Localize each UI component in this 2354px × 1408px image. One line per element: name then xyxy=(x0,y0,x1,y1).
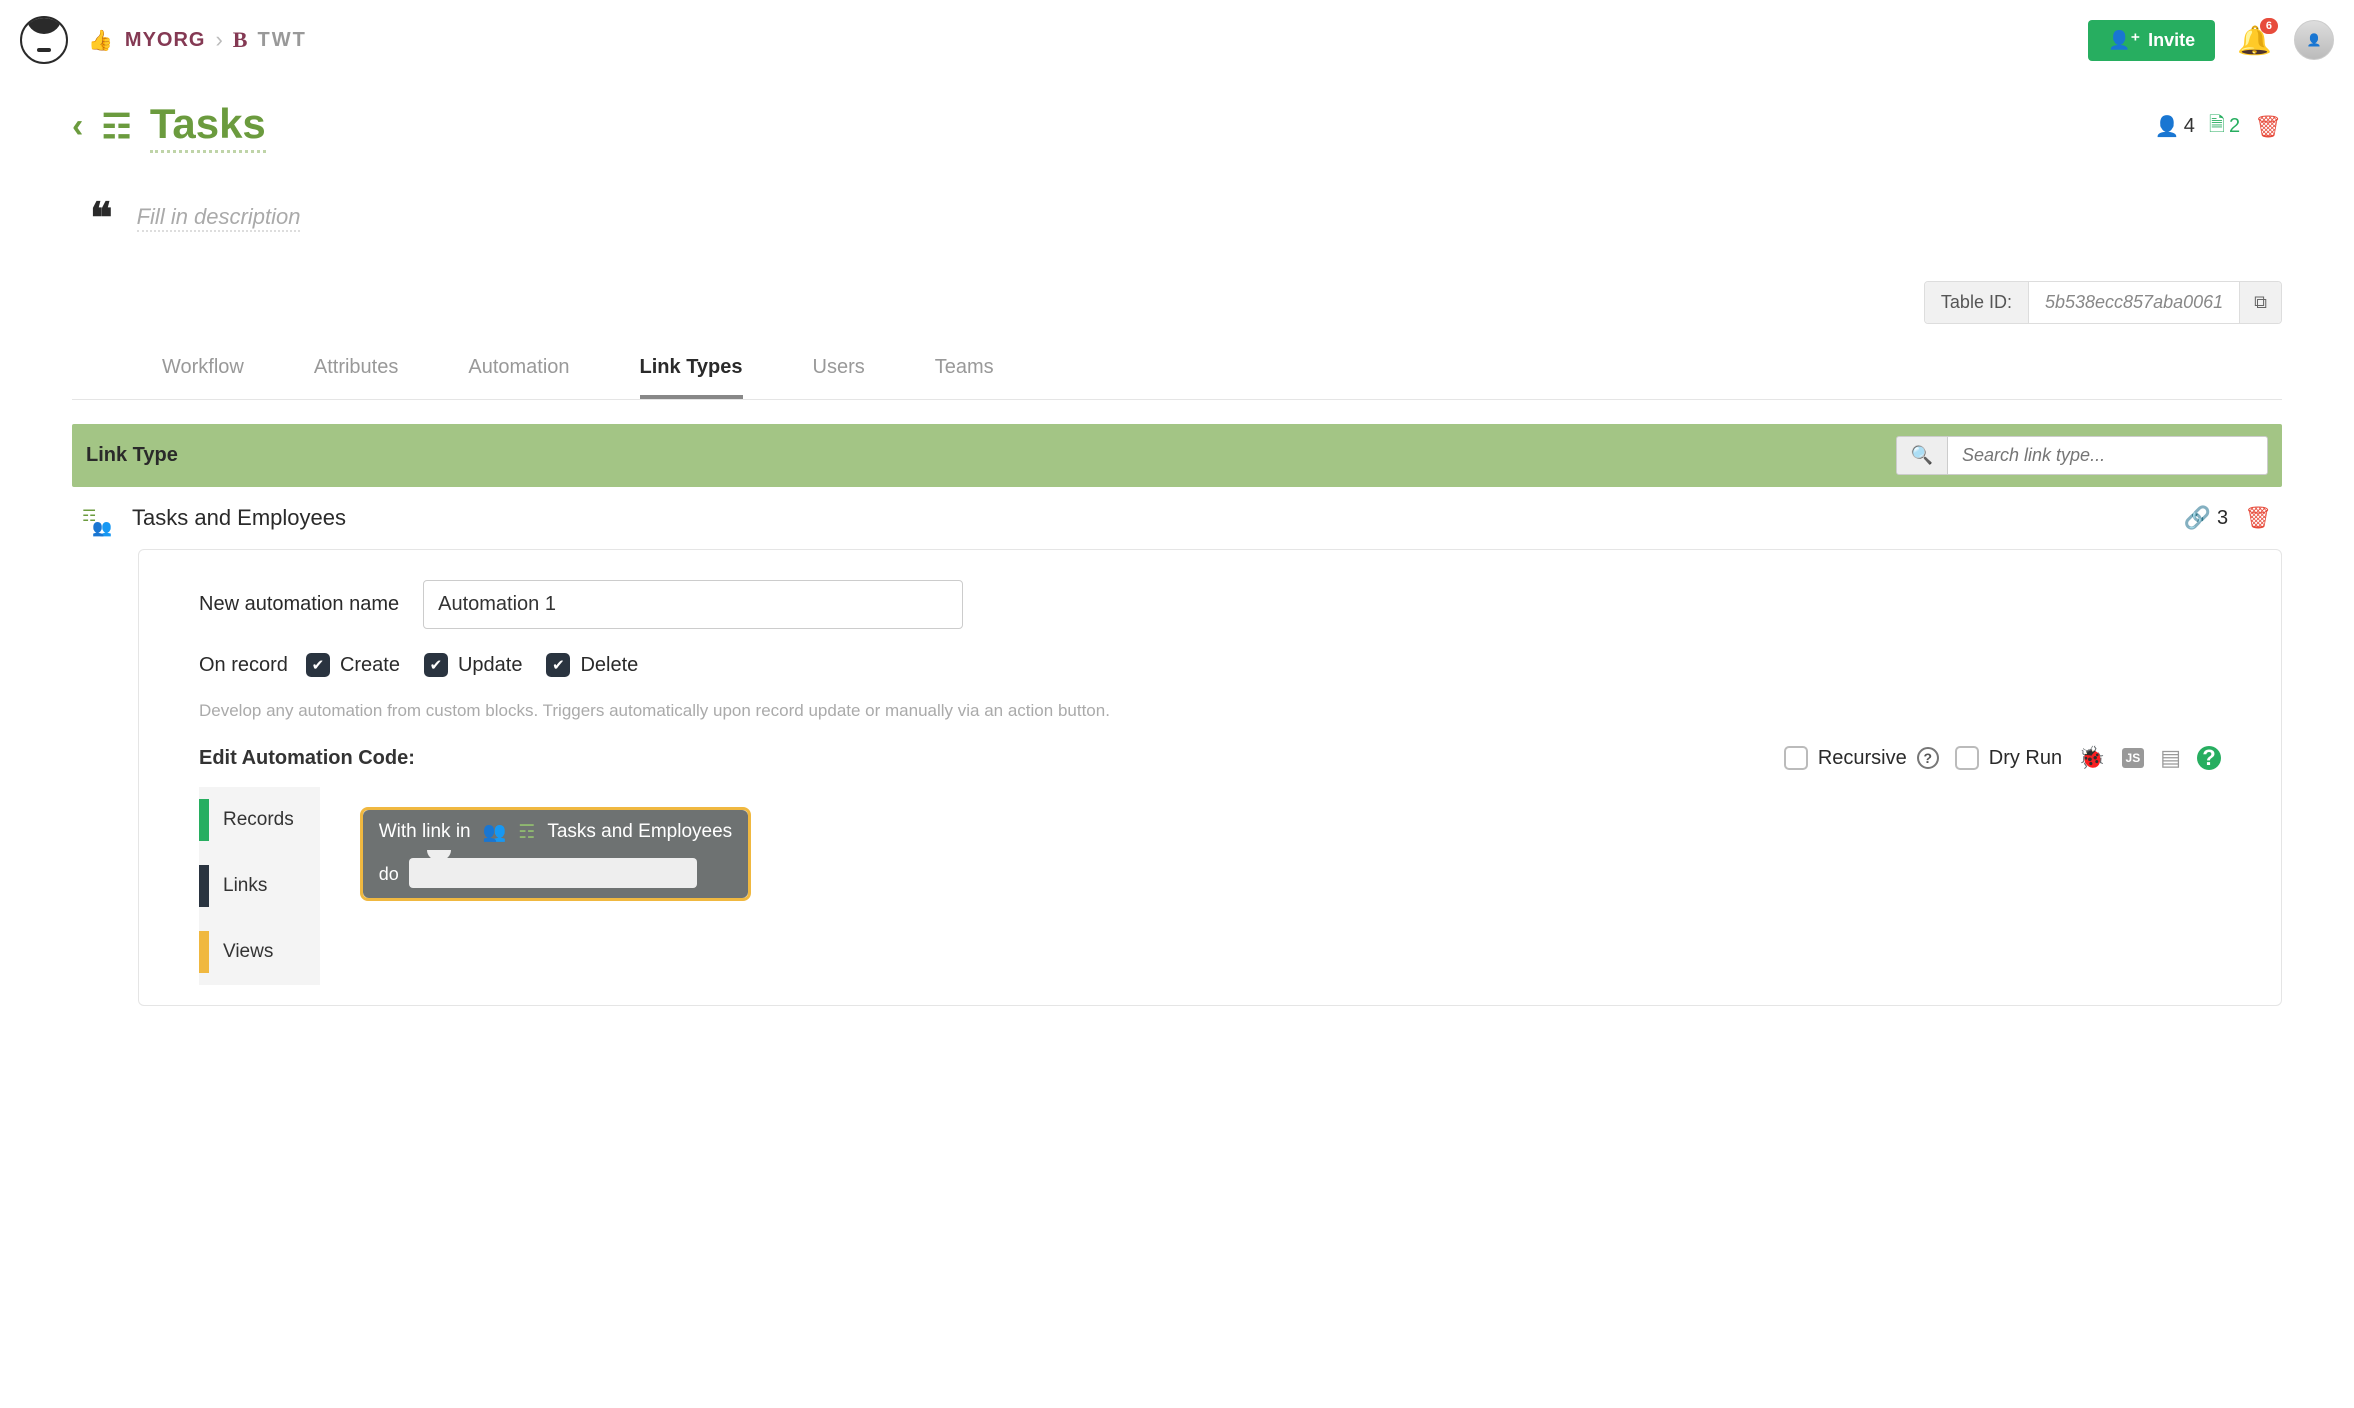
category-links[interactable]: Links xyxy=(199,853,320,919)
notification-badge: 6 xyxy=(2260,18,2278,34)
description-input[interactable]: Fill in description xyxy=(137,204,301,232)
js-icon[interactable]: JS xyxy=(2122,748,2145,768)
people-icon: 👥 xyxy=(483,820,507,844)
docs-count[interactable]: 🗎 2 xyxy=(2209,110,2240,144)
bug-icon[interactable]: 🐞 xyxy=(2078,745,2105,771)
tabs: Workflow Attributes Automation Link Type… xyxy=(72,334,2282,400)
edit-code-label: Edit Automation Code: xyxy=(199,747,415,770)
table-id-value: 5b538ecc857aba0061 xyxy=(2029,282,2239,323)
category-records-label: Records xyxy=(223,809,294,831)
category-views-label: Views xyxy=(223,941,273,963)
block-do-label: do xyxy=(379,858,399,885)
breadcrumb-org[interactable]: MYORG xyxy=(125,29,206,52)
user-plus-icon: 👤⁺ xyxy=(2108,30,2140,51)
helper-text: Develop any automation from custom block… xyxy=(199,701,2221,721)
block-categories: Records Links Views xyxy=(199,787,320,985)
with-link-block[interactable]: With link in 👥 ☶ Tasks and Employees do xyxy=(360,807,751,901)
invite-button[interactable]: 👤⁺ Invite xyxy=(2088,20,2215,61)
on-record-label: On record xyxy=(199,654,288,677)
link-type-heading: Link Type xyxy=(86,444,178,467)
user-avatar[interactable]: 👤 xyxy=(2294,20,2334,60)
block-target-label: Tasks and Employees xyxy=(547,821,732,843)
thumbs-up-icon: 👍 xyxy=(88,28,113,53)
back-button[interactable]: ‹ xyxy=(72,107,83,146)
tab-attributes[interactable]: Attributes xyxy=(314,356,398,399)
automation-name-label: New automation name xyxy=(199,593,399,616)
page-title[interactable]: Tasks xyxy=(150,100,266,153)
create-label: Create xyxy=(340,654,400,677)
create-checkbox[interactable]: ✔ xyxy=(306,653,330,677)
invite-label: Invite xyxy=(2148,30,2195,51)
table-id-label: Table ID: xyxy=(1925,282,2029,323)
delete-label: Delete xyxy=(580,654,638,677)
copy-button[interactable]: ⧉ xyxy=(2239,282,2281,323)
breadcrumb-project[interactable]: TWT xyxy=(257,29,306,52)
delete-checkbox[interactable]: ✔ xyxy=(546,653,570,677)
tab-automation[interactable]: Automation xyxy=(468,356,569,399)
document-icon: 🗎 xyxy=(2209,110,2225,144)
delete-link-type-button[interactable]: 🗑 xyxy=(2244,505,2272,531)
link-count-value: 3 xyxy=(2217,507,2228,530)
recursive-help-icon[interactable]: ? xyxy=(1917,747,1939,769)
dry-run-checkbox[interactable] xyxy=(1955,746,1979,770)
update-checkbox[interactable]: ✔ xyxy=(424,653,448,677)
breadcrumb: MYORG › B TWT xyxy=(125,27,307,53)
docs-count-value: 2 xyxy=(2229,115,2240,138)
automation-name-input[interactable] xyxy=(423,580,963,629)
app-logo[interactable] xyxy=(20,16,68,64)
help-icon[interactable]: ? xyxy=(2197,746,2221,770)
update-label: Update xyxy=(458,654,523,677)
users-count[interactable]: 👤 4 xyxy=(2155,114,2195,139)
user-icon: 👤 xyxy=(2155,114,2180,139)
list-icon: ☶ xyxy=(101,107,131,147)
category-views[interactable]: Views xyxy=(199,919,320,985)
people-mini-icon: 👥 xyxy=(92,518,112,538)
code-canvas[interactable]: With link in 👥 ☶ Tasks and Employees do xyxy=(320,787,2221,985)
search-icon: 🔍 xyxy=(1911,445,1933,465)
tab-link-types[interactable]: Link Types xyxy=(640,356,743,399)
tab-workflow[interactable]: Workflow xyxy=(162,356,244,399)
dry-run-label: Dry Run xyxy=(1989,747,2062,770)
block-with-link-label: With link in xyxy=(379,821,471,843)
recursive-checkbox[interactable] xyxy=(1784,746,1808,770)
automation-panel: New automation name On record ✔ Create ✔… xyxy=(138,549,2282,1006)
link-icon: 🔗 xyxy=(2184,505,2211,531)
quote-icon: ❝ xyxy=(90,193,113,243)
tab-teams[interactable]: Teams xyxy=(935,356,994,399)
notifications-button[interactable]: 🔔 6 xyxy=(2237,24,2272,57)
link-count[interactable]: 🔗 3 xyxy=(2184,505,2229,531)
category-links-label: Links xyxy=(223,875,267,897)
list-icon: ☶ xyxy=(518,821,535,844)
link-type-name[interactable]: Tasks and Employees xyxy=(132,505,346,531)
block-slot[interactable] xyxy=(409,858,697,888)
users-count-value: 4 xyxy=(2184,115,2195,138)
note-icon[interactable]: ▤ xyxy=(2160,745,2181,771)
chevron-right-icon: › xyxy=(215,27,222,53)
delete-button[interactable]: 🗑 xyxy=(2254,114,2282,140)
project-letter-icon: B xyxy=(233,27,248,53)
tab-users[interactable]: Users xyxy=(813,356,865,399)
search-input[interactable] xyxy=(1948,436,2268,475)
recursive-label: Recursive xyxy=(1818,747,1907,770)
search-button[interactable]: 🔍 xyxy=(1896,436,1948,475)
category-records[interactable]: Records xyxy=(199,787,320,853)
table-id-box: Table ID: 5b538ecc857aba0061 ⧉ xyxy=(1924,281,2282,324)
